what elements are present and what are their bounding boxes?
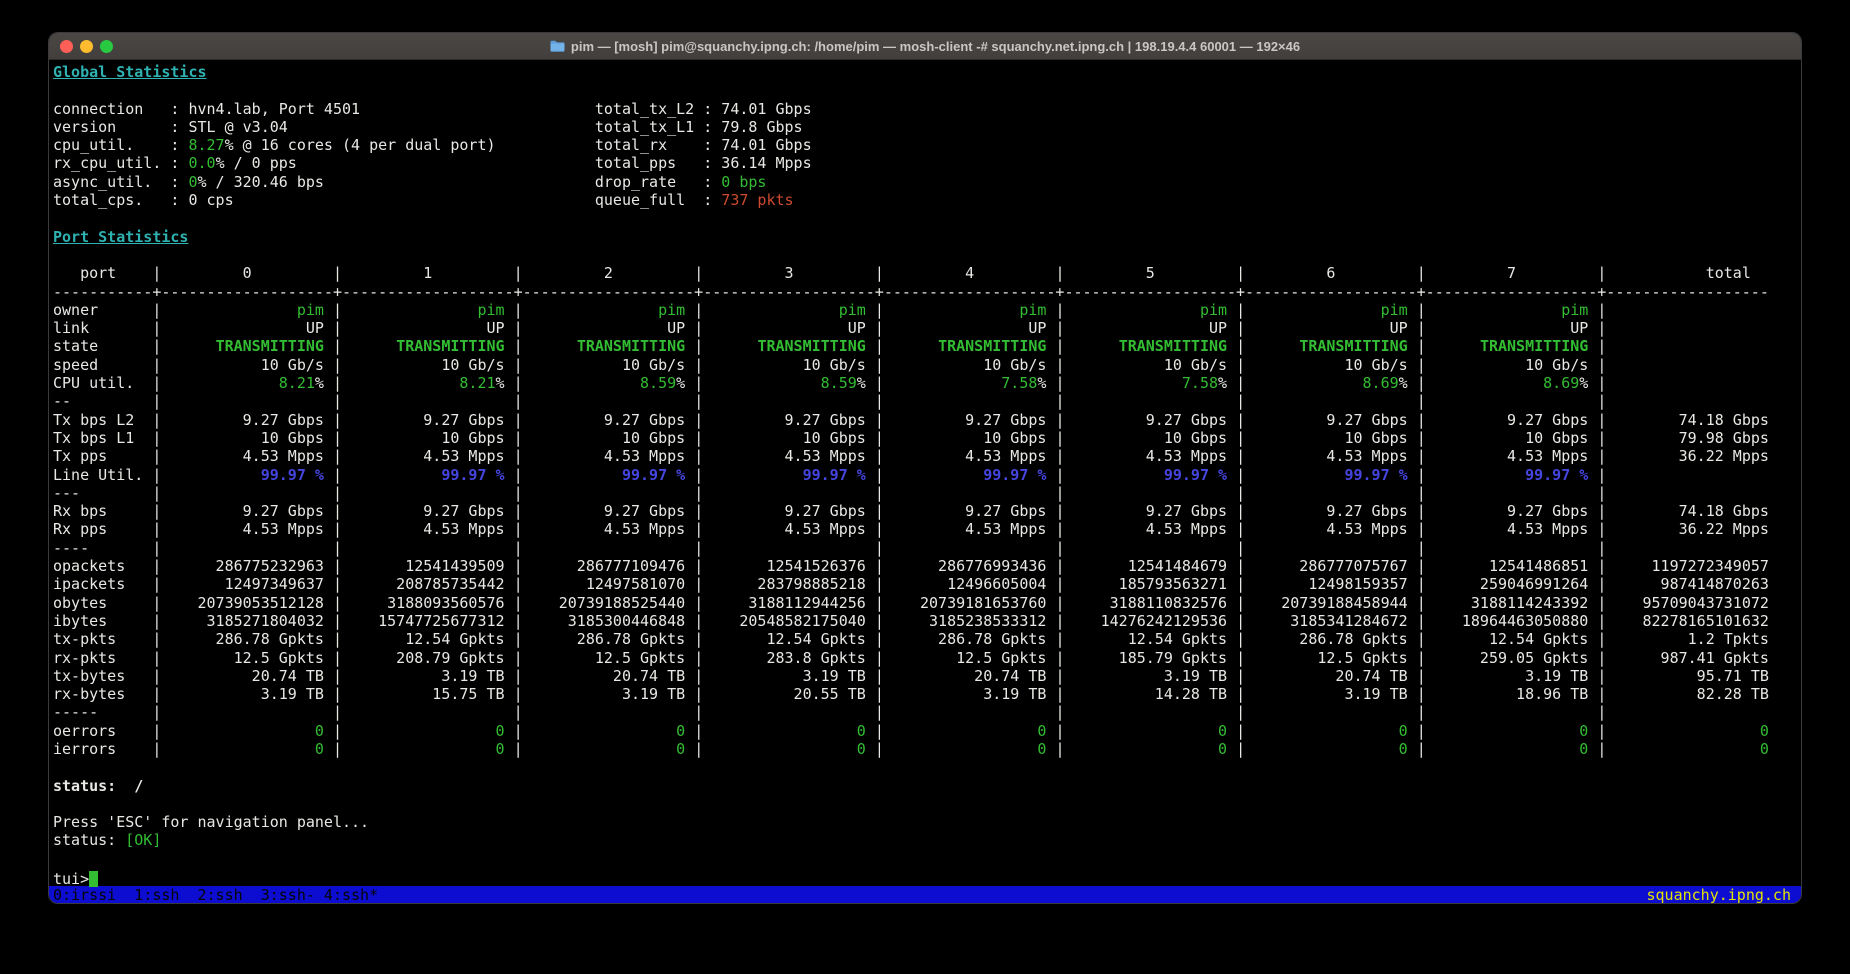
titlebar[interactable]: pim — [mosh] pim@squanchy.ipng.ch: /home… bbox=[49, 33, 1801, 60]
folder-icon bbox=[550, 40, 565, 52]
tmux-window-list: 0:irssi 1:ssh 2:ssh 3:ssh- 4:ssh* bbox=[53, 886, 378, 904]
global-stat-row: total_cps. : 0 cps queue_full : 737 pkts bbox=[53, 191, 1801, 209]
global-stat-row: version : STL @ v3.04 total_tx_L1 : 79.8… bbox=[53, 118, 1801, 136]
port-row-Rx-pps: Rx pps | 4.53 Mpps | 4.53 Mpps | 4.53 Mp… bbox=[53, 520, 1801, 538]
port-row-Line-Util: Line Util. | 99.97 % | 99.97 % | 99.97 %… bbox=[53, 466, 1801, 484]
port-row-owner: owner | pim | pim | pim | pim | pim | pi… bbox=[53, 301, 1801, 319]
esc-hint-line: Press 'ESC' for navigation panel... bbox=[53, 813, 1801, 831]
blank-line bbox=[53, 209, 1801, 227]
status-ok-line: status: [OK] bbox=[53, 831, 1801, 849]
blank-line bbox=[53, 81, 1801, 99]
tmux-statusbar: 0:irssi 1:ssh 2:ssh 3:ssh- 4:ssh* squanch… bbox=[49, 886, 1801, 904]
terminal-screen[interactable]: Global Statistics connection : hvn4.lab, … bbox=[49, 60, 1801, 904]
port-row-CPU-util: CPU util. | 8.21% | 8.21% | 8.59% | 8.59… bbox=[53, 374, 1801, 392]
port-table-divider: -----------+-------------------+--------… bbox=[53, 283, 1801, 301]
global-stat-row: cpu_util. : 8.27% @ 16 cores (4 per dual… bbox=[53, 136, 1801, 154]
port-row-Tx-bps-L2: Tx bps L2 | 9.27 Gbps | 9.27 Gbps | 9.27… bbox=[53, 411, 1801, 429]
port-stats-heading: Port Statistics bbox=[53, 228, 1801, 246]
port-row-oerrors: oerrors | 0 | 0 | 0 | 0 | 0 | 0 | 0 | 0 … bbox=[53, 722, 1801, 740]
port-row-state: state | TRANSMITTING | TRANSMITTING | TR… bbox=[53, 337, 1801, 355]
port-row-divider: ----- | | | | | | | | | bbox=[53, 703, 1801, 721]
tmux-hostname: squanchy.ipng.ch bbox=[1647, 886, 1792, 904]
port-row-ierrors: ierrors | 0 | 0 | 0 | 0 | 0 | 0 | 0 | 0 … bbox=[53, 740, 1801, 758]
port-table-header: port | 0 | 1 | 2 | 3 | 4 | 5 | 6 | 7 | t… bbox=[53, 264, 1801, 282]
blank-line bbox=[53, 246, 1801, 264]
port-row-rx-pkts: rx-pkts | 12.5 Gpkts | 208.79 Gpkts | 12… bbox=[53, 649, 1801, 667]
port-row-obytes: obytes | 20739053512128 | 3188093560576 … bbox=[53, 594, 1801, 612]
minimize-button[interactable] bbox=[80, 40, 93, 53]
blank-line bbox=[53, 850, 1801, 868]
maximize-button[interactable] bbox=[100, 40, 113, 53]
window-title-text: pim — [mosh] pim@squanchy.ipng.ch: /home… bbox=[571, 39, 1300, 54]
port-row-opackets: opackets | 286775232963 | 12541439509 | … bbox=[53, 557, 1801, 575]
port-row-Tx-pps: Tx pps | 4.53 Mpps | 4.53 Mpps | 4.53 Mp… bbox=[53, 447, 1801, 465]
blank-line bbox=[53, 795, 1801, 813]
port-row-speed: speed | 10 Gb/s | 10 Gb/s | 10 Gb/s | 10… bbox=[53, 356, 1801, 374]
global-stat-row: connection : hvn4.lab, Port 4501 total_t… bbox=[53, 100, 1801, 118]
port-row-divider: --- | | | | | | | | | bbox=[53, 484, 1801, 502]
global-stats-heading: Global Statistics bbox=[53, 63, 1801, 81]
traffic-lights bbox=[60, 40, 113, 53]
port-row-tx-bytes: tx-bytes | 20.74 TB | 3.19 TB | 20.74 TB… bbox=[53, 667, 1801, 685]
global-stat-row: async_util. : 0% / 320.46 bps drop_rate … bbox=[53, 173, 1801, 191]
terminal-window: pim — [mosh] pim@squanchy.ipng.ch: /home… bbox=[48, 32, 1802, 904]
port-row-rx-bytes: rx-bytes | 3.19 TB | 15.75 TB | 3.19 TB … bbox=[53, 685, 1801, 703]
cursor bbox=[89, 871, 98, 887]
prompt-line[interactable]: tui> bbox=[53, 868, 1801, 886]
port-row-divider: -- | | | | | | | | | bbox=[53, 392, 1801, 410]
port-row-ipackets: ipackets | 12497349637 | 208785735442 | … bbox=[53, 575, 1801, 593]
window-title: pim — [mosh] pim@squanchy.ipng.ch: /home… bbox=[550, 39, 1300, 54]
port-row-ibytes: ibytes | 3185271804032 | 15747725677312 … bbox=[53, 612, 1801, 630]
blank-line bbox=[53, 758, 1801, 776]
global-stat-row: rx_cpu_util. : 0.0% / 0 pps total_pps : … bbox=[53, 154, 1801, 172]
close-button[interactable] bbox=[60, 40, 73, 53]
port-row-tx-pkts: tx-pkts | 286.78 Gpkts | 12.54 Gpkts | 2… bbox=[53, 630, 1801, 648]
port-row-link: link | UP | UP | UP | UP | UP | UP | UP … bbox=[53, 319, 1801, 337]
port-row-Rx-bps: Rx bps | 9.27 Gbps | 9.27 Gbps | 9.27 Gb… bbox=[53, 502, 1801, 520]
status-spinner-line: status: / bbox=[53, 777, 1801, 795]
port-row-Tx-bps-L1: Tx bps L1 | 10 Gbps | 10 Gbps | 10 Gbps … bbox=[53, 429, 1801, 447]
port-row-divider: ---- | | | | | | | | | bbox=[53, 539, 1801, 557]
